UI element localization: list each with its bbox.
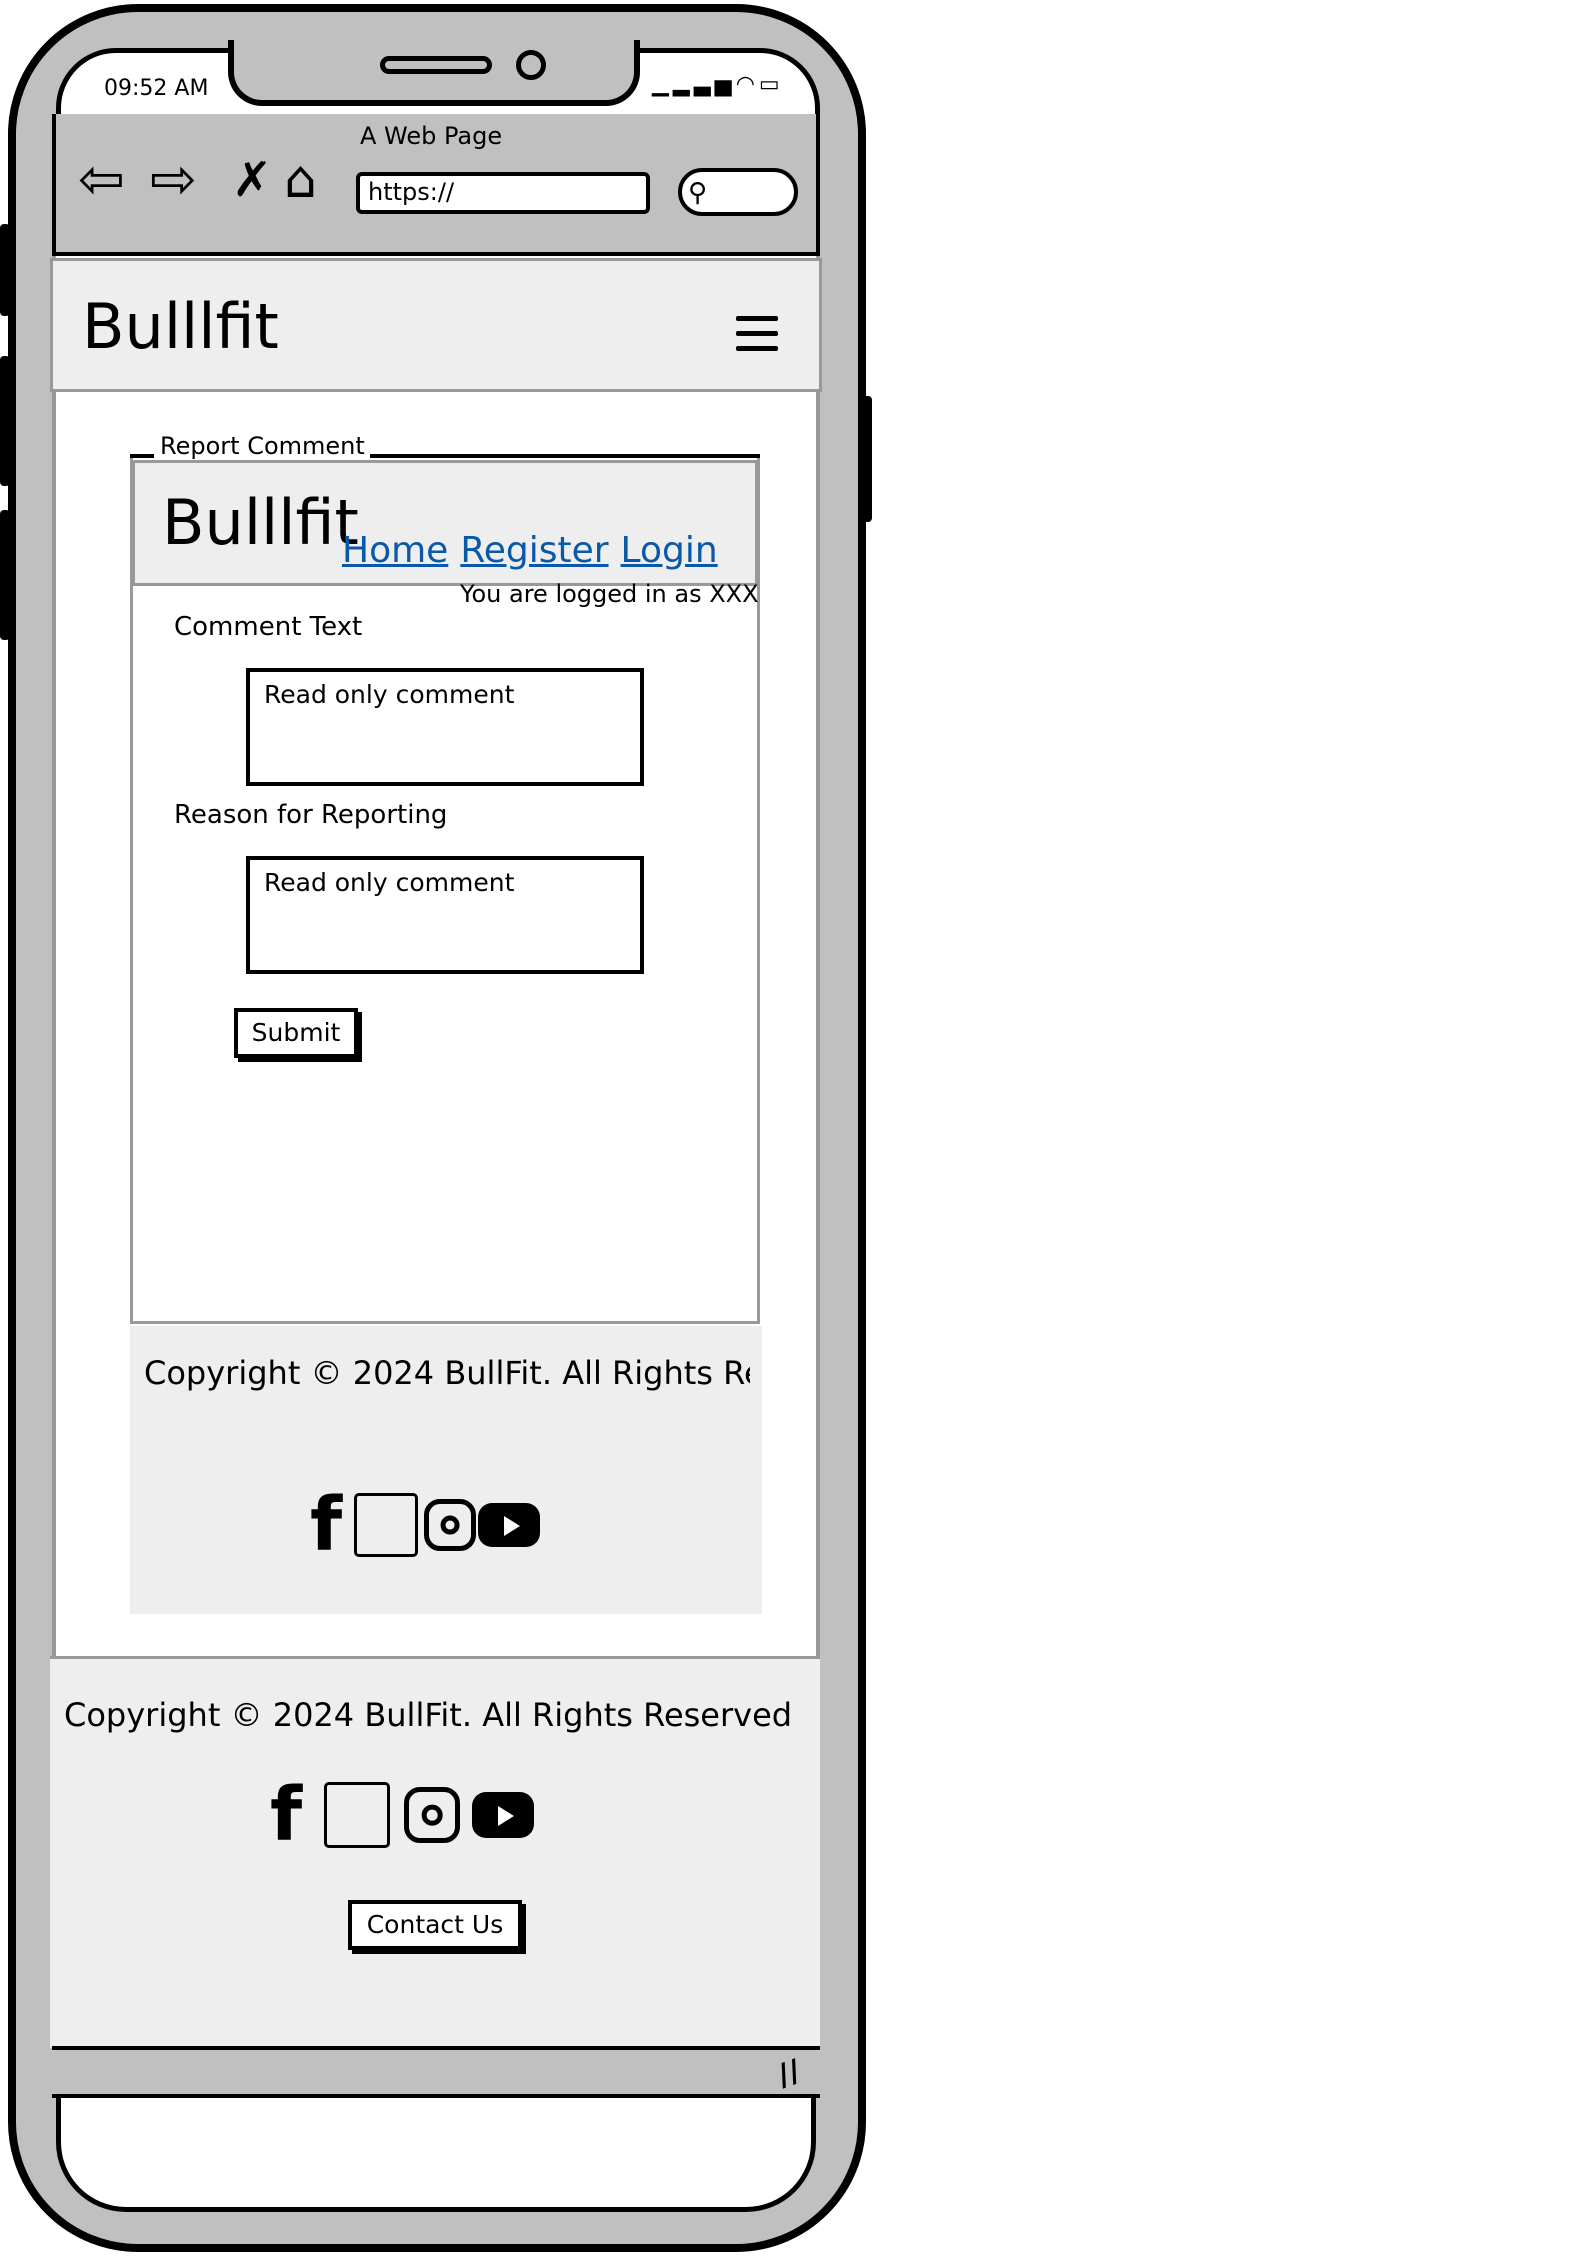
back-icon[interactable]: ⇦: [78, 152, 125, 208]
comment-text-label: Comment Text: [174, 612, 363, 642]
home-indicator-area: [56, 2098, 816, 2212]
submit-button[interactable]: Submit: [234, 1008, 358, 1058]
footer-copyright: Copyright © 2024 BullFit. All Rights Res…: [64, 1696, 793, 1734]
mute-switch: [0, 224, 10, 316]
inner-social-icons: f: [310, 1488, 540, 1562]
menu-icon[interactable]: [736, 316, 778, 361]
volume-down-button: [0, 510, 10, 640]
camera: [516, 50, 546, 80]
youtube-icon[interactable]: [472, 1792, 534, 1838]
volume-up-button: [0, 356, 10, 486]
speaker: [380, 56, 492, 74]
browser-page-title: A Web Page: [360, 122, 503, 150]
panel-border: [130, 454, 154, 458]
facebook-icon[interactable]: f: [310, 1488, 350, 1562]
instagram-icon[interactable]: [404, 1787, 460, 1843]
stop-icon[interactable]: ✗: [232, 152, 272, 208]
site-brand[interactable]: Bulllfit: [82, 290, 279, 363]
facebook-icon[interactable]: f: [270, 1778, 318, 1852]
battery-icon: ▭: [758, 72, 784, 97]
nav-home-link[interactable]: Home: [342, 530, 448, 571]
power-button: [862, 396, 872, 522]
inner-brand[interactable]: Bulllfit: [162, 486, 359, 559]
footer-social-icons: f: [270, 1778, 534, 1852]
reason-field[interactable]: Read only comment: [246, 856, 644, 974]
browser-bottom-bar: [52, 2046, 820, 2098]
logged-in-status: You are logged in as XXX: [460, 580, 759, 608]
panel-legend: Report Comment: [160, 432, 365, 460]
signal-icon: ▁▂▃▅: [652, 72, 736, 97]
instagram-icon[interactable]: [424, 1499, 476, 1551]
forward-icon[interactable]: ⇨: [150, 152, 197, 208]
status-time: 09:52 AM: [104, 76, 209, 101]
status-icons: ▁▂▃▅◠▭: [652, 72, 784, 97]
youtube-icon[interactable]: [478, 1503, 540, 1547]
twitter-icon[interactable]: [354, 1493, 418, 1557]
panel-border: [370, 454, 760, 458]
search-icon: ⚲: [688, 178, 708, 208]
reason-label: Reason for Reporting: [174, 800, 448, 830]
url-field[interactable]: https://: [356, 172, 650, 214]
twitter-icon[interactable]: [324, 1782, 390, 1848]
inner-copyright: Copyright © 2024 BullFit. All Rights Res…: [144, 1354, 750, 1392]
nav-login-link[interactable]: Login: [621, 530, 718, 571]
inner-nav: Home Register Login: [342, 530, 730, 571]
home-icon[interactable]: ⌂: [284, 152, 317, 208]
wifi-icon: ◠: [735, 72, 759, 97]
comment-text-field[interactable]: Read only comment: [246, 668, 644, 786]
contact-us-button[interactable]: Contact Us: [348, 1900, 522, 1950]
nav-register-link[interactable]: Register: [460, 530, 608, 571]
